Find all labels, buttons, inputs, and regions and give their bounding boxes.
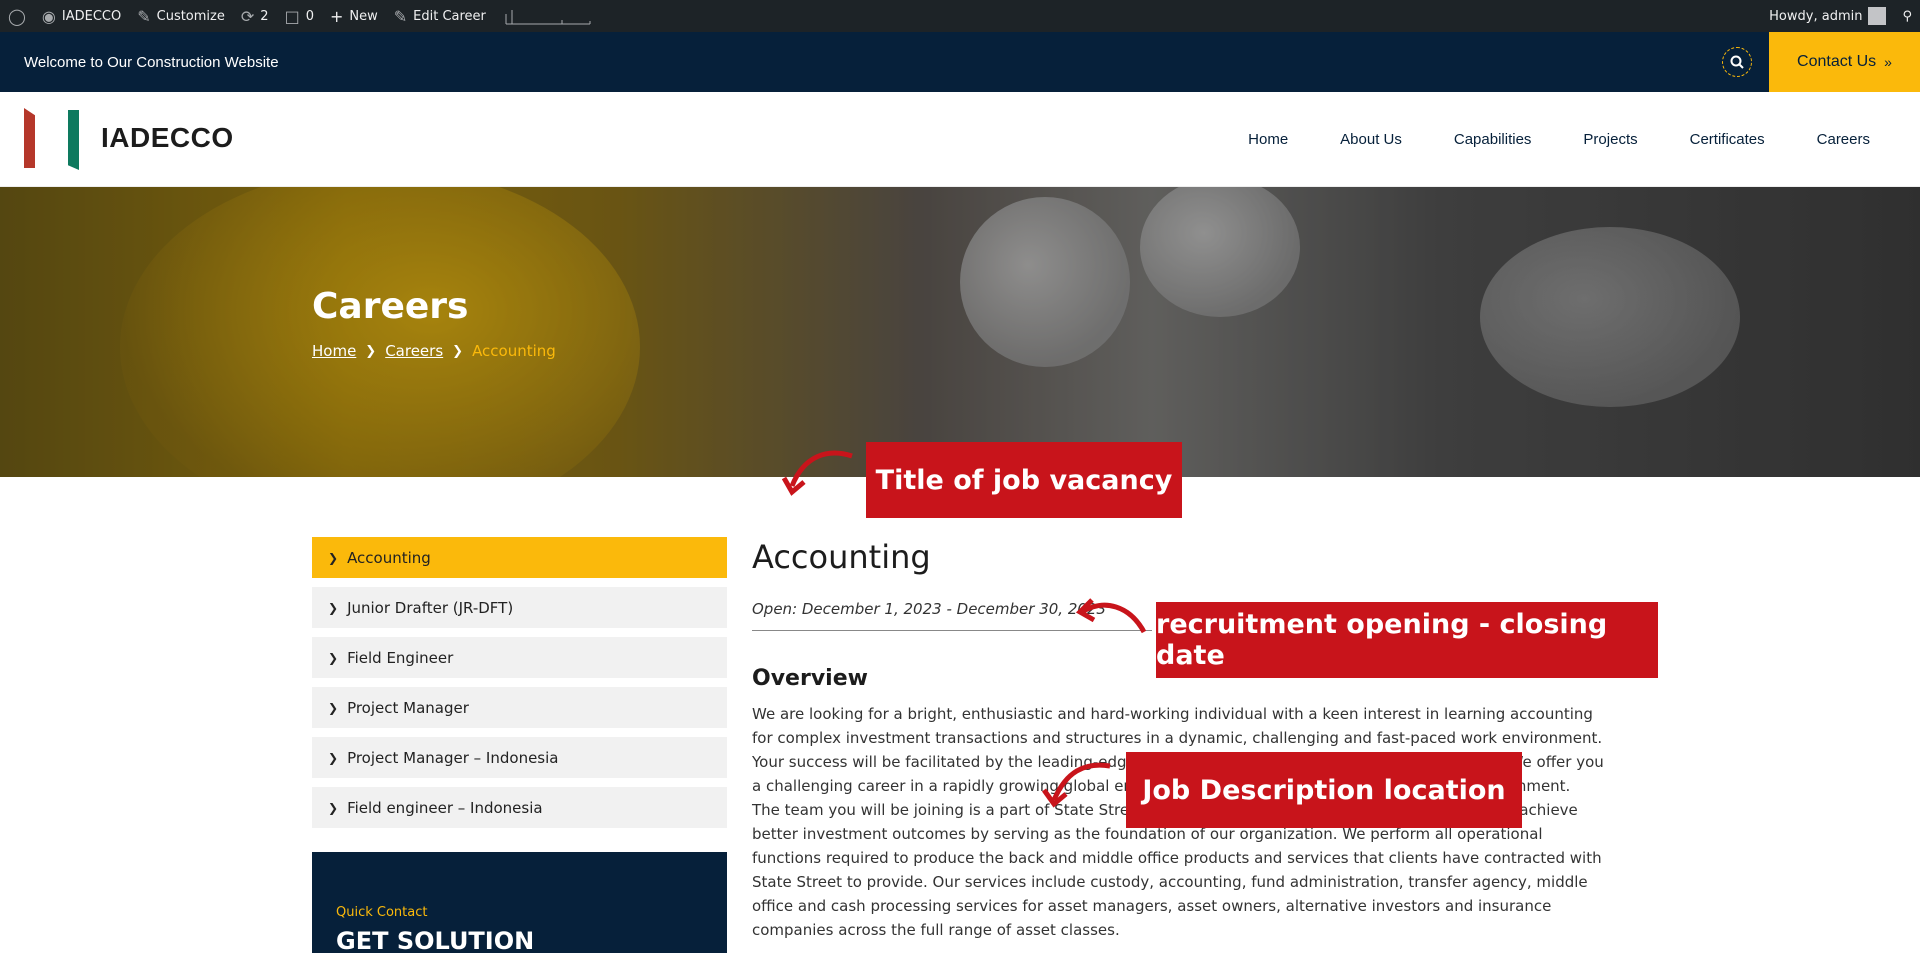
annotation-title-callout: Title of job vacancy: [866, 442, 1182, 518]
chevron-right-icon: ❯: [452, 343, 464, 359]
brush-icon: ✎: [137, 6, 151, 26]
wordpress-logo-icon[interactable]: ◯: [0, 0, 34, 32]
chevron-right-icon: ❯: [328, 600, 339, 615]
welcome-text: Welcome to Our Construction Website: [24, 53, 279, 71]
avatar: [1868, 7, 1887, 25]
site-header: IADECCO Home About Us Capabilities Proje…: [0, 92, 1920, 187]
quick-contact-label: Quick Contact: [336, 905, 428, 920]
admin-updates-link[interactable]: ⟳ 2: [233, 0, 277, 32]
chevron-right-icon: ❯: [328, 550, 339, 565]
chevron-right-icon: ❯: [328, 750, 339, 765]
pencil-icon: ✎: [393, 6, 408, 26]
comment-icon: □: [284, 6, 300, 26]
admin-edit-link[interactable]: ✎ Edit Career: [386, 0, 494, 32]
wp-admin-bar: ◯ ◉ IADECCO ✎ Customize ⟳ 2 □ 0 + New ✎ Edit C…: [0, 0, 1920, 32]
annotation-arrow-icon: [1075, 598, 1146, 634]
query-monitor-graph[interactable]: [494, 0, 600, 32]
career-item-field-engineer[interactable]: ❯ Field Engineer: [312, 637, 727, 678]
admin-comments-link[interactable]: □ 0: [277, 0, 322, 32]
site-logo[interactable]: [24, 108, 84, 170]
brand-name[interactable]: IADECCO: [101, 122, 234, 154]
quick-contact-box: Quick Contact GET SOLUTION: [312, 852, 727, 953]
quick-contact-title: GET SOLUTION: [336, 927, 535, 953]
plus-icon: +: [329, 6, 344, 26]
search-icon: [1730, 55, 1744, 69]
admin-new-link[interactable]: + New: [322, 0, 386, 32]
search-button[interactable]: [1722, 47, 1752, 77]
chevron-right-icon: ❯: [328, 700, 339, 715]
top-bar: Welcome to Our Construction Website Cont…: [0, 32, 1920, 92]
nav-capabilities[interactable]: Capabilities: [1454, 131, 1532, 148]
annotation-arrow-icon: [782, 450, 853, 496]
career-list: ❯ Accounting ❯ Junior Drafter (JR-DFT) ❯ Fi…: [312, 537, 727, 837]
admin-account-menu[interactable]: Howdy, admin: [1761, 0, 1894, 32]
career-item-junior-drafter[interactable]: ❯ Junior Drafter (JR-DFT): [312, 587, 727, 628]
career-item-project-manager[interactable]: ❯ Project Manager: [312, 687, 727, 728]
nav-projects[interactable]: Projects: [1583, 131, 1637, 148]
career-item-project-manager-indonesia[interactable]: ❯ Project Manager – Indonesia: [312, 737, 727, 778]
breadcrumb-home[interactable]: Home: [312, 342, 356, 360]
annotation-arrow-icon: [1041, 762, 1111, 808]
admin-customize-link[interactable]: ✎ Customize: [129, 0, 233, 32]
main-nav: Home About Us Capabilities Projects Cert…: [1196, 92, 1870, 187]
logo-green-bar: [68, 110, 79, 170]
double-chevron-right-icon: »: [1884, 54, 1892, 70]
contact-us-button[interactable]: Contact Us»: [1769, 32, 1920, 92]
hero-overlay: [0, 187, 1920, 477]
career-item-field-engineer-indonesia[interactable]: ❯ Field engineer – Indonesia: [312, 787, 727, 828]
activity-graph-icon: [505, 10, 591, 25]
annotation-description-callout: Job Description location: [1126, 752, 1522, 828]
page-hero-banner: Careers Home ❯ Careers ❯ Accounting: [0, 187, 1920, 477]
career-item-accounting[interactable]: ❯ Accounting: [312, 537, 727, 578]
nav-home[interactable]: Home: [1248, 131, 1288, 148]
admin-search-icon[interactable]: ⚲: [1894, 0, 1920, 32]
overview-heading: Overview: [752, 666, 868, 691]
admin-site-link[interactable]: ◉ IADECCO: [34, 0, 129, 32]
breadcrumb: Home ❯ Careers ❯ Accounting: [312, 342, 556, 360]
breadcrumb-current: Accounting: [472, 342, 556, 360]
nav-about-us[interactable]: About Us: [1340, 131, 1402, 148]
breadcrumb-careers[interactable]: Careers: [385, 342, 443, 360]
nav-certificates[interactable]: Certificates: [1690, 131, 1765, 148]
nav-careers[interactable]: Careers: [1817, 131, 1870, 148]
page-title: Careers: [312, 286, 469, 327]
chevron-right-icon: ❯: [328, 650, 339, 665]
job-open-dates: Open: December 1, 2023 - December 30, 20…: [752, 600, 1106, 618]
dashboard-icon: ◉: [41, 6, 56, 26]
chevron-right-icon: ❯: [328, 800, 339, 815]
updates-icon: ⟳: [240, 6, 255, 26]
annotation-date-callout: recruitment opening - closing date: [1156, 602, 1658, 678]
chevron-right-icon: ❯: [365, 343, 377, 359]
logo-red-bar: [24, 108, 35, 168]
job-title: Accounting: [752, 538, 931, 576]
